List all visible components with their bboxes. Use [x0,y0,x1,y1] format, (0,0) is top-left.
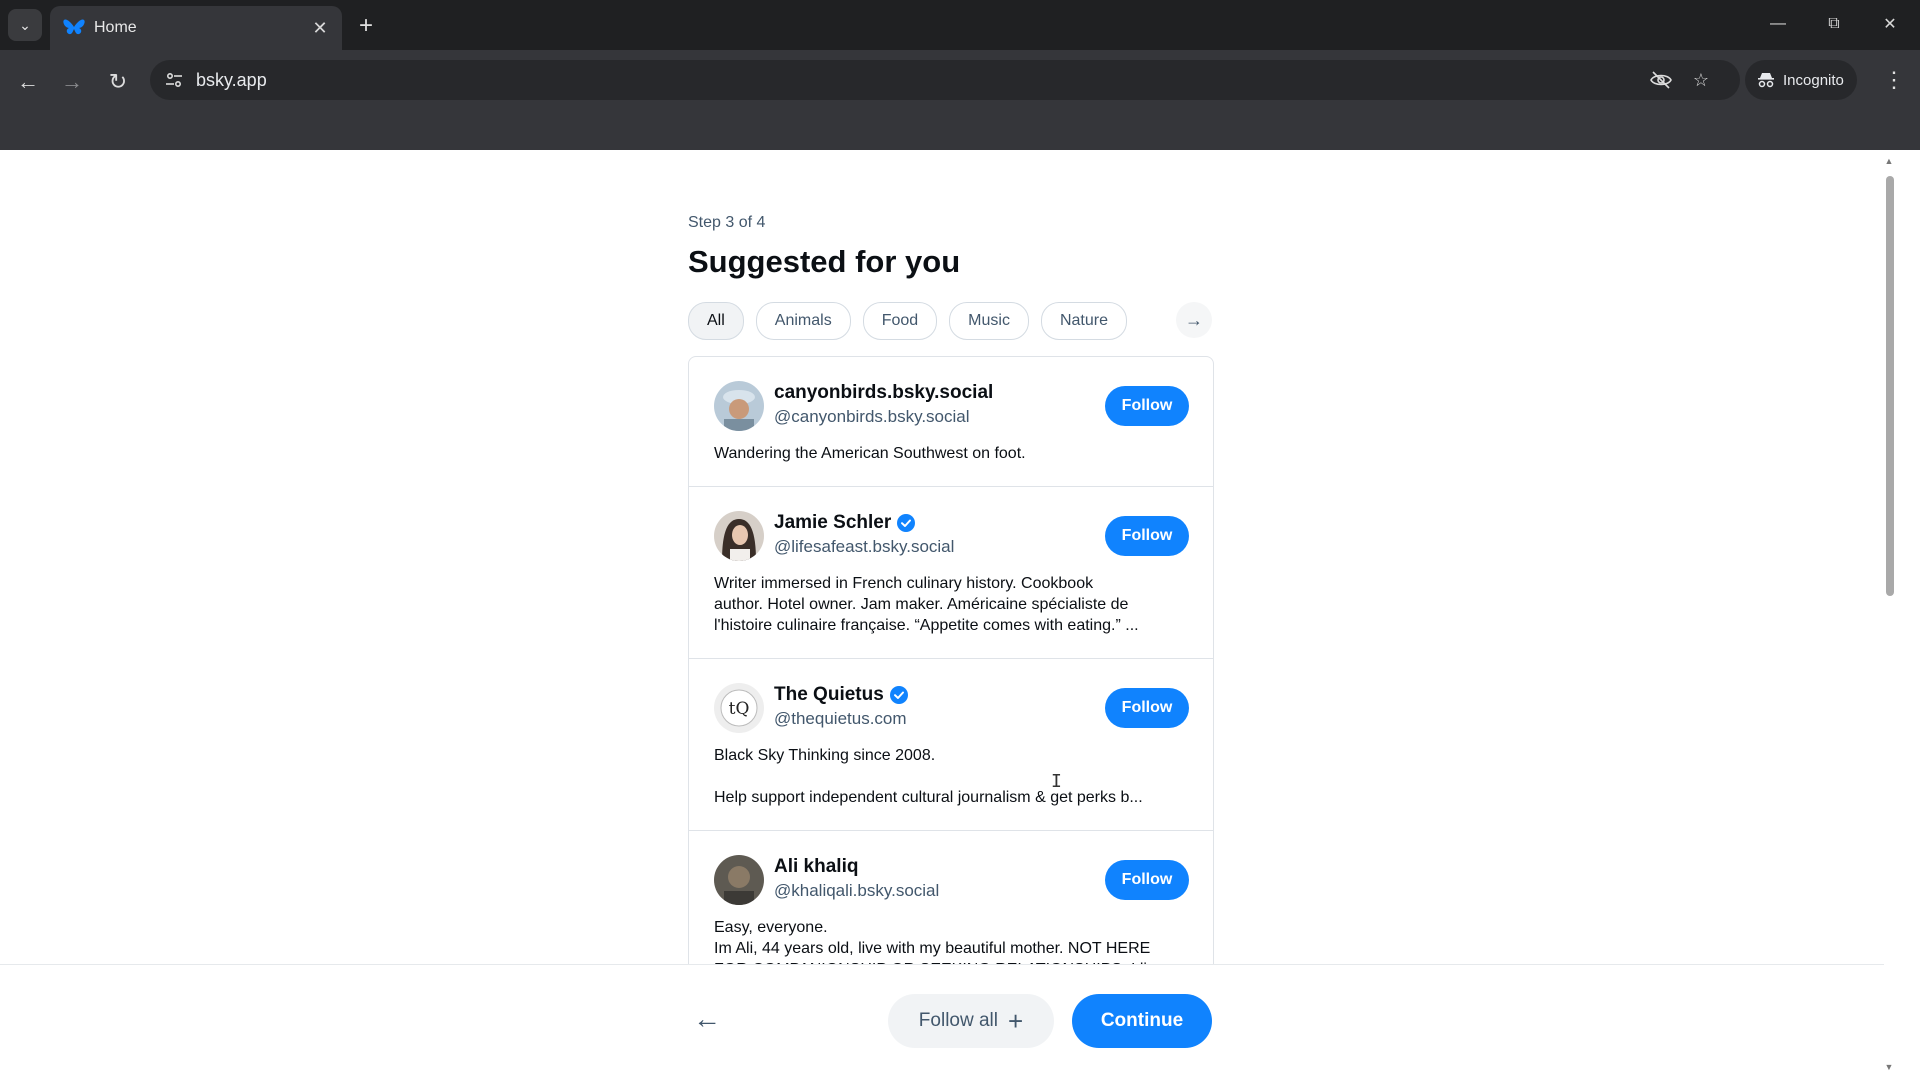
account-handle: @khaliqali.bsky.social [774,881,940,900]
account-name[interactable]: The Quietus [774,684,884,706]
account-card[interactable]: Jamie Schler @lifesafeast.bsky.social Fo… [689,487,1213,659]
avatar[interactable] [714,855,764,905]
follow-button[interactable]: Follow [1105,860,1189,900]
eye-off-icon[interactable] [1648,68,1674,92]
new-tab-button[interactable]: + [352,12,380,40]
reload-button[interactable]: ↻ [100,64,136,100]
chip-animals[interactable]: Animals [755,302,851,340]
svg-text:tQ: tQ [729,699,750,719]
account-name[interactable]: Jamie Schler [774,512,891,534]
browser-tab[interactable]: Home ✕ [50,6,342,50]
account-card[interactable]: tQ The Quietus @thequietus.com Follow Bl… [689,659,1213,831]
account-bio: Black Sky Thinking since 2008. Help supp… [714,747,1143,806]
butterfly-icon [62,16,86,40]
restore-button[interactable]: ⧉ [1812,8,1856,40]
account-card[interactable]: Ali khaliq @khaliqali.bsky.social Follow… [689,831,1213,965]
chip-nature[interactable]: Nature [1040,302,1127,340]
avatar[interactable]: tQ [714,683,764,733]
chip-music[interactable]: Music [949,302,1029,340]
follow-button[interactable]: Follow [1105,386,1189,426]
follow-button[interactable]: Follow [1105,688,1189,728]
url-text: bsky.app [196,70,267,90]
follow-all-label: Follow all [918,1010,998,1031]
account-card[interactable]: canyonbirds.bsky.social @canyonbirds.bsk… [689,357,1213,487]
chip-all[interactable]: All [688,302,744,340]
text-cursor-icon: I [1051,771,1062,792]
account-name[interactable]: canyonbirds.bsky.social [774,382,993,404]
step-indicator: Step 3 of 4 [688,214,766,231]
scroll-down-arrow[interactable]: ▼ [1884,1062,1894,1072]
account-handle: @thequietus.com [774,709,907,728]
follow-all-button[interactable]: Follow all + [888,994,1054,1048]
chevron-down-icon: ⌄ [19,16,31,33]
site-settings-icon[interactable] [162,68,186,92]
more-menu-icon[interactable]: ⋮ [1880,64,1908,96]
back-arrow-icon[interactable]: ← [692,1003,722,1034]
incognito-indicator[interactable]: Incognito [1745,60,1857,100]
account-handle: @canyonbirds.bsky.social [774,407,970,426]
page-title: Suggested for you [688,244,961,279]
account-bio: Wandering the American Southwest on foot… [714,445,1026,462]
account-name[interactable]: Ali khaliq [774,856,858,878]
scrollbar-thumb[interactable] [1886,176,1894,596]
tab-title: Home [94,19,137,36]
address-bar[interactable]: bsky.app ☆ [150,60,1740,100]
interest-chips: All Animals Food Music Nature [688,302,1127,340]
avatar[interactable] [714,381,764,431]
minimize-button[interactable]: — [1756,8,1800,40]
continue-button[interactable]: Continue [1072,994,1212,1048]
scroll-up-arrow[interactable]: ▲ [1884,156,1894,166]
account-handle: @lifesafeast.bsky.social [774,537,955,556]
window-close-button[interactable]: ✕ [1868,8,1912,40]
bookmark-star-icon[interactable]: ☆ [1688,68,1714,92]
forward-button[interactable]: → [54,64,90,100]
verified-badge-icon [889,686,908,704]
close-icon[interactable]: ✕ [306,14,334,42]
verified-badge-icon [897,514,916,532]
plus-icon: + [1008,1005,1024,1036]
tab-search-button[interactable]: ⌄ [8,9,42,41]
back-button[interactable]: ← [10,64,46,100]
account-bio: Easy, everyone. Im Ali, 44 years old, li… [714,919,1177,965]
avatar[interactable] [714,511,764,561]
incognito-label: Incognito [1783,71,1844,89]
follow-button[interactable]: Follow [1105,516,1189,556]
account-bio: Writer immersed in French culinary histo… [714,575,1139,634]
chips-next-arrow-icon[interactable]: → [1176,302,1212,338]
chip-food[interactable]: Food [862,302,938,340]
suggested-accounts-list: canyonbirds.bsky.social @canyonbirds.bsk… [688,356,1214,965]
